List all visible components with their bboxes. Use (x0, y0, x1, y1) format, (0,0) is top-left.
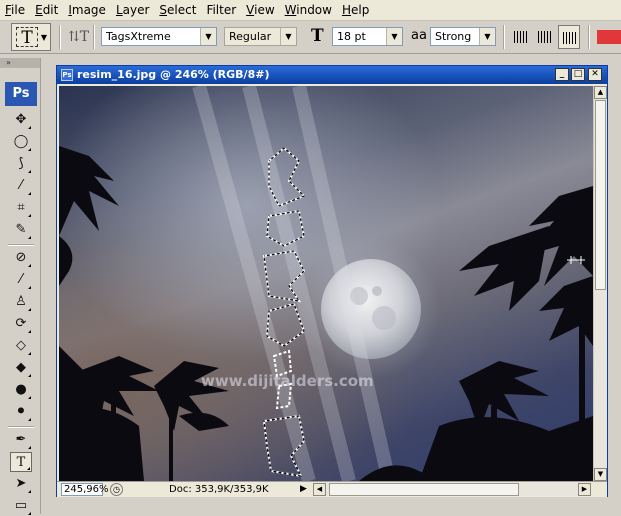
arrow-right-icon: ▶ (581, 485, 588, 493)
text-orientation-icon[interactable]: ⇅T (68, 29, 89, 45)
clone-stamp-tool-icon[interactable]: ♙ (10, 292, 32, 312)
lasso-tool-icon[interactable]: ⟆ (10, 154, 32, 174)
path-selection-tool-icon[interactable]: ➤ (10, 474, 32, 494)
text-color-swatch[interactable] (597, 30, 621, 44)
document-title: resim_16.jpg @ 246% (RGB/8#) (77, 68, 270, 81)
menu-image[interactable]: Image (63, 0, 111, 20)
eraser-tool-icon[interactable]: ◇ (10, 336, 32, 356)
menu-help[interactable]: Help (337, 0, 374, 20)
menu-window[interactable]: Window (280, 0, 337, 20)
toolbox-collapse-handle[interactable]: » (0, 58, 40, 68)
separator (8, 244, 34, 246)
chevron-down-icon[interactable]: ▼ (479, 28, 495, 45)
menu-select[interactable]: Select (154, 0, 201, 20)
status-menu-arrow-icon[interactable]: ▶ (300, 483, 307, 496)
antialias-value: Strong (435, 30, 472, 43)
rectangle-tool-icon[interactable]: ▭ (10, 496, 32, 516)
scroll-right-button[interactable]: ▶ (578, 483, 591, 496)
crop-tool-icon[interactable]: ⌗ (10, 198, 32, 218)
toolbox: » Ps ✥ ◯ ⟆ ⁄ ⌗ ✎ ⊘ ⁄ ♙ ⟳ ◇ ◆ ● ⚫ ✒ T ➤ ▭ (0, 58, 41, 516)
arrow-up-icon: ▲ (597, 88, 604, 96)
ps-logo[interactable]: Ps (5, 82, 37, 106)
scroll-down-button[interactable]: ▼ (594, 468, 607, 481)
minimize-icon: _ (559, 69, 565, 79)
font-family-select[interactable]: TagsXtreme ▼ (101, 27, 217, 46)
close-icon: ✕ (591, 69, 599, 79)
maximize-icon: □ (573, 69, 583, 79)
document-window: Ps resim_16.jpg @ 246% (RGB/8#) _ □ ✕ ww… (56, 65, 608, 497)
healing-brush-tool-icon[interactable]: ⊘ (10, 248, 32, 268)
arrow-down-icon: ▼ (597, 470, 604, 478)
font-size-icon: T (311, 26, 324, 46)
chevron-down-icon: ▼ (40, 33, 47, 42)
type-mask-tool-icon: T (16, 27, 38, 48)
watermark-text: www.dijitalders.com (201, 372, 374, 390)
status-bar: 245,96% ◷ Doc: 353,9K/353,9K ▶ ◀ ▶ (57, 481, 607, 497)
antialias-icon: aa (411, 28, 427, 43)
menu-layer[interactable]: Layer (111, 0, 154, 20)
menu-edit[interactable]: Edit (30, 0, 63, 20)
font-family-value: TagsXtreme (106, 30, 171, 43)
chevron-down-icon[interactable]: ▼ (200, 28, 216, 45)
align-right-button[interactable] (558, 25, 580, 49)
antialias-select[interactable]: Strong ▼ (430, 27, 496, 46)
image-canvas[interactable]: www.dijitalders.com (59, 86, 593, 481)
pen-tool-icon[interactable]: ✒ (10, 430, 32, 450)
font-style-value: Regular (229, 30, 272, 43)
menu-view[interactable]: View (241, 0, 279, 20)
zoom-level-field[interactable]: 245,96% (61, 483, 109, 496)
paint-bucket-tool-icon[interactable]: ◆ (10, 358, 32, 378)
vertical-scrollbar[interactable]: ▲ ▼ (593, 86, 607, 481)
font-size-select[interactable]: 18 pt ▼ (332, 27, 403, 46)
blur-tool-icon[interactable]: ● (10, 380, 32, 400)
slice-tool-icon[interactable]: ✎ (10, 220, 32, 240)
font-style-select[interactable]: Regular ▼ (224, 27, 297, 46)
menu-filter[interactable]: Filter (201, 0, 241, 20)
close-button[interactable]: ✕ (588, 68, 602, 81)
minimize-button[interactable]: _ (555, 68, 569, 81)
scroll-left-button[interactable]: ◀ (313, 483, 326, 496)
document-size-info: Doc: 353,9K/353,9K (169, 484, 269, 495)
align-center-icon (538, 31, 552, 43)
separator (588, 25, 590, 49)
font-size-value: 18 pt (337, 30, 366, 43)
horizontal-scrollbar[interactable]: ◀ ▶ (313, 483, 591, 496)
tool-preset-picker[interactable]: T ▼ (11, 23, 51, 51)
magic-wand-tool-icon[interactable]: ⁄ (10, 176, 32, 196)
options-bar: T ▼ ⇅T TagsXtreme ▼ Regular ▼ T 18 pt ▼ … (0, 21, 621, 54)
scroll-up-button[interactable]: ▲ (594, 86, 607, 99)
align-left-icon (514, 31, 528, 43)
vertical-scroll-thumb[interactable] (595, 100, 606, 290)
separator (503, 25, 505, 49)
separator (93, 25, 95, 49)
photo-illustration: www.dijitalders.com (59, 86, 593, 481)
horizontal-scroll-thumb[interactable] (329, 483, 519, 496)
chevron-down-icon[interactable]: ▼ (280, 28, 296, 45)
separator (59, 25, 61, 49)
align-center-button[interactable] (534, 25, 556, 49)
maximize-button[interactable]: □ (571, 68, 585, 81)
chevron-down-icon[interactable]: ▼ (386, 28, 402, 45)
history-brush-tool-icon[interactable]: ⟳ (10, 314, 32, 334)
ellipse-marquee-tool-icon[interactable]: ◯ (10, 132, 32, 152)
document-icon: Ps (61, 69, 73, 81)
arrow-left-icon: ◀ (316, 485, 323, 493)
separator (8, 426, 34, 428)
dodge-tool-icon[interactable]: ⚫ (10, 402, 32, 422)
align-left-button[interactable] (510, 25, 532, 49)
move-tool-icon[interactable]: ✥ (10, 110, 32, 130)
align-right-icon (563, 32, 577, 44)
brush-tool-icon[interactable]: ⁄ (10, 270, 32, 290)
status-info-icon[interactable]: ◷ (110, 483, 123, 496)
menu-file[interactable]: File (0, 0, 30, 20)
palm-trees-left (59, 146, 229, 481)
menu-bar: File Edit Image Layer Select Filter View… (0, 0, 621, 21)
document-title-bar[interactable]: Ps resim_16.jpg @ 246% (RGB/8#) _ □ ✕ (57, 66, 607, 84)
type-mask-tool-icon[interactable]: T (10, 452, 32, 472)
